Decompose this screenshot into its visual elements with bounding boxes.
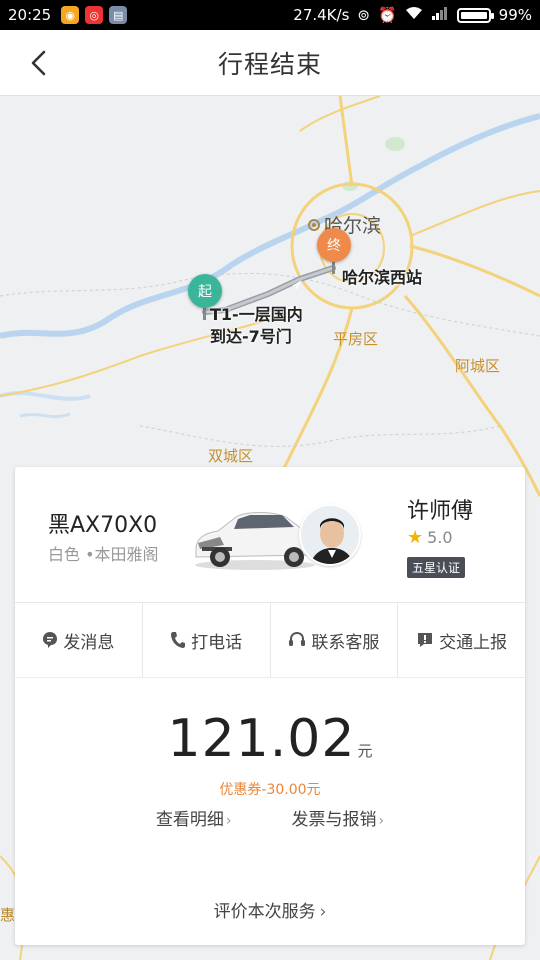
action-bar: 发消息 打电话 联系客服 交通上报 (15, 603, 525, 677)
invoice-label: 发票与报销 (291, 810, 377, 830)
traffic-report-button[interactable]: 交通上报 (398, 603, 525, 677)
battery-level: 99% (498, 6, 532, 24)
driver-photo (301, 506, 359, 564)
five-star-badge: 五星认证 (407, 557, 466, 578)
report-icon (418, 633, 433, 647)
rate-service-button[interactable]: 评价本次服务 › (15, 897, 525, 922)
signal-icon (431, 6, 449, 24)
back-button[interactable] (22, 46, 56, 80)
wifi-icon (405, 6, 423, 24)
chevron-left-icon (31, 50, 46, 76)
fare-value: 121.02 (167, 709, 356, 769)
chevron-right-icon: › (319, 902, 327, 922)
car-description: 白色 •本田雅阁 (48, 545, 159, 564)
end-pin-label: 终 (327, 238, 341, 254)
customer-service-label: 联系客服 (311, 632, 380, 653)
headset-icon (289, 631, 306, 646)
end-location-label: 哈尔滨西站 (342, 268, 423, 287)
send-message-button[interactable]: 发消息 (15, 603, 143, 677)
battery-icon (456, 7, 494, 23)
driver-rating: ★ 5.0 (407, 527, 453, 548)
chevron-right-icon: › (378, 813, 385, 829)
message-icon (43, 632, 58, 648)
divider (15, 677, 525, 678)
fare-links: 查看明细 › 发票与报销 › (15, 805, 525, 830)
rating-value: 5.0 (427, 528, 453, 547)
page-title: 行程结束 (217, 49, 322, 79)
customer-service-button[interactable]: 联系客服 (271, 603, 399, 677)
coupon-discount: 优惠券-30.00元 (219, 782, 321, 798)
driver-info: 黑AX70X0 白色 •本田雅阁 许师傅 ★ 5.0 五星认证 (15, 467, 525, 603)
fare-unit: 元 (357, 742, 373, 760)
start-pin-label: 起 (198, 284, 212, 300)
rate-service-label: 评价本次服务 (213, 902, 316, 922)
status-time: 20:25 (8, 6, 52, 24)
license-plate: 黑AX70X0 (48, 513, 158, 538)
end-pin[interactable]: 终 (317, 228, 351, 262)
city-marker-icon (308, 218, 320, 231)
start-location-label: T1-一层国内 到达-7号门 (210, 304, 303, 348)
status-bar: 20:25 ◉ ◎ ▤ 27.4K/s ⊚ ⏰ 99% (0, 0, 540, 30)
star-icon: ★ (407, 527, 424, 548)
driver-avatar[interactable] (299, 504, 361, 566)
fare-amount: 121.02 元 (15, 709, 525, 769)
chevron-right-icon: › (225, 813, 232, 829)
traffic-report-label: 交通上报 (439, 632, 508, 653)
call-button[interactable]: 打电话 (143, 603, 271, 677)
view-details-label: 查看明细 (155, 810, 224, 830)
start-label-line1: T1-一层国内 (210, 305, 303, 324)
start-label-line2: 到达-7号门 (210, 327, 292, 346)
app-icon-3: ▤ (109, 6, 128, 24)
sync-icon: ⊚ (357, 6, 370, 24)
district-label: 阿城区 (455, 357, 501, 375)
app-icon-1: ◉ (61, 6, 80, 24)
invoice-link[interactable]: 发票与报销 › (292, 805, 385, 830)
page-header: 行程结束 (0, 30, 540, 96)
alarm-icon: ⏰ (377, 6, 397, 24)
view-details-link[interactable]: 查看明细 › (156, 805, 232, 830)
phone-icon (171, 632, 186, 648)
district-label: 平房区 (333, 330, 379, 348)
driver-name: 许师傅 (407, 499, 474, 524)
app-icon-2: ◎ (85, 6, 104, 24)
call-label: 打电话 (191, 632, 243, 653)
send-message-label: 发消息 (63, 632, 115, 653)
trip-summary-card: 黑AX70X0 白色 •本田雅阁 许师傅 ★ 5.0 五星认证 发消息 打电话 … (15, 467, 525, 945)
start-pin[interactable]: 起 (188, 274, 222, 308)
district-label: 双城区 (208, 447, 254, 465)
network-speed: 27.4K/s (293, 6, 350, 24)
